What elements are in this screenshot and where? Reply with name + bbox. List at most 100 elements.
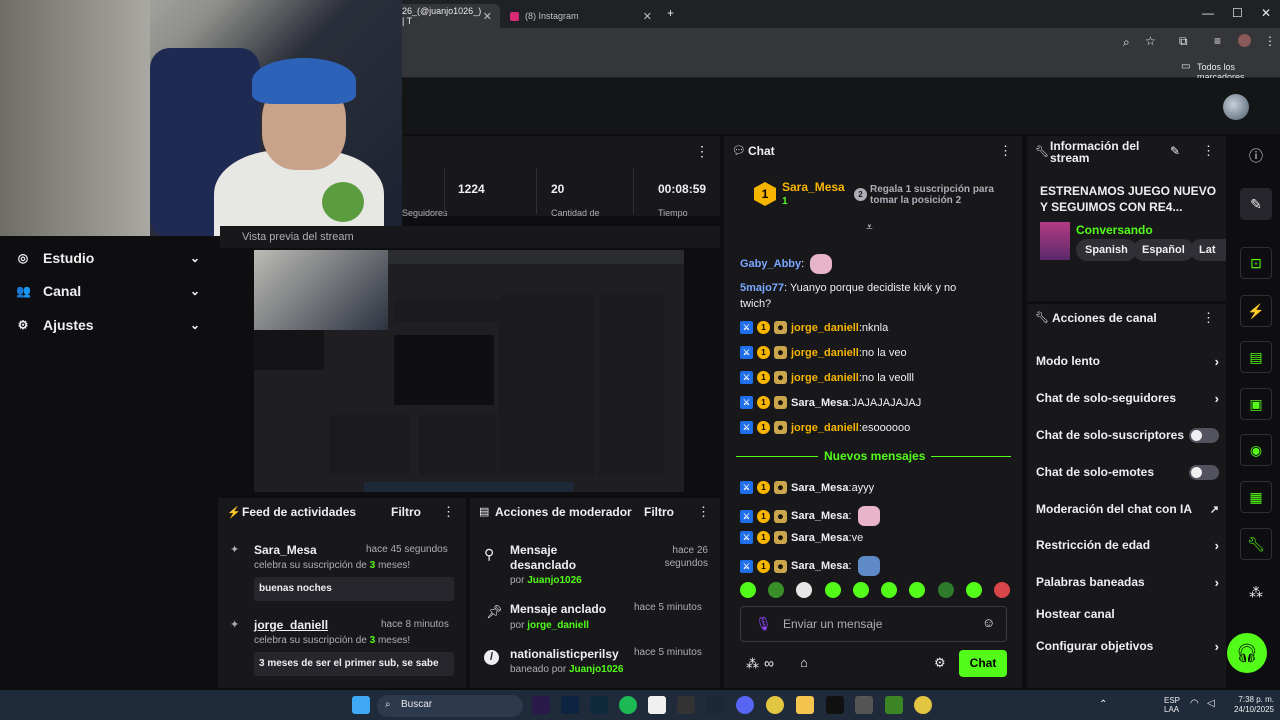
close-window-button[interactable]: ✕ [1261, 6, 1271, 20]
wifi-icon[interactable]: ◠ [1190, 698, 1199, 709]
star-icon[interactable]: ☆ [1145, 34, 1156, 48]
menu-icon[interactable]: ⋮ [1264, 34, 1276, 48]
chat-username[interactable]: jorge_daniell [791, 422, 859, 434]
channel-action-item[interactable]: Configurar objetivos › [1036, 634, 1219, 658]
info-kebab-icon[interactable]: ⋮ [1202, 143, 1215, 159]
emote-icon[interactable] [909, 582, 926, 598]
tag-chip[interactable]: Español [1133, 239, 1194, 261]
language-indicator[interactable]: ESP LAA [1164, 696, 1180, 714]
modaction-title[interactable]: nationalisticperilsy [510, 647, 619, 661]
chat-username[interactable]: Sara_Mesa [791, 482, 849, 494]
emote-icon[interactable] [965, 582, 982, 598]
moderator-user[interactable]: jorge_daniell [527, 620, 589, 631]
photoshop-icon[interactable] [561, 696, 579, 714]
channel-action-item[interactable]: Restricción de edad › [1036, 533, 1219, 557]
tiktok-icon[interactable] [826, 696, 844, 714]
lightning-icon[interactable]: ⚡ [1240, 295, 1272, 327]
actions-kebab-icon[interactable]: ⋮ [1202, 310, 1215, 326]
channel-action-item[interactable]: Moderación del chat con IA ↗ [1036, 497, 1219, 521]
chat-username[interactable]: jorge_daniell [791, 322, 859, 334]
chrome-icon[interactable] [914, 696, 932, 714]
broadcast-icon[interactable]: ◉ [1240, 434, 1272, 466]
discord-icon[interactable] [736, 696, 754, 714]
sidebar-item-settings[interactable]: ⚙ Ajustes ⌄ [16, 313, 200, 337]
file-explorer-icon[interactable] [796, 696, 814, 714]
minimize-button[interactable]: — [1202, 6, 1214, 20]
premiere-icon[interactable] [532, 696, 550, 714]
send-chat-button[interactable]: Chat [959, 650, 1007, 677]
lightroom-icon[interactable] [590, 696, 608, 714]
emote-icon[interactable] [796, 582, 813, 598]
chat-icon[interactable]: ▣ [1240, 388, 1272, 420]
chat-username[interactable]: jorge_daniell [791, 372, 859, 384]
channel-action-item[interactable]: Chat de solo-suscriptores [1036, 423, 1219, 447]
clock[interactable]: 7:38 p. m. 24/10/2025 [1226, 695, 1274, 715]
steam-icon[interactable] [706, 696, 724, 714]
toggle-switch[interactable] [1189, 427, 1219, 443]
user-avatar[interactable] [1223, 94, 1249, 120]
browser-tab-kick[interactable]: 26_(@juanjo1026_) | T ✕ [396, 4, 500, 28]
stats-kebab-icon[interactable]: ⋮ [695, 143, 709, 160]
app-icon[interactable] [648, 696, 666, 714]
chat-username[interactable]: 5majo77 [740, 282, 784, 294]
channel-action-item[interactable]: Hostear canal [1036, 602, 1219, 626]
support-button[interactable]: 🎧︎ [1227, 633, 1267, 673]
chat-username[interactable]: Sara_Mesa [791, 560, 849, 572]
close-tab-icon[interactable]: ✕ [483, 10, 492, 23]
spotify-icon[interactable] [619, 696, 637, 714]
media-icon[interactable]: ≡ [1214, 34, 1221, 48]
sidebar-item-channel[interactable]: 👥 Canal ⌄ [16, 279, 200, 303]
collapse-icon[interactable]: ⩡ [866, 220, 873, 235]
emoji-icon[interactable]: ☺ [982, 615, 995, 630]
taskbar-search[interactable]: ⌕ Buscar [377, 695, 523, 717]
feed-kebab-icon[interactable]: ⋮ [442, 504, 455, 520]
pencil-icon[interactable]: ✎ [1240, 188, 1272, 220]
zoom-icon[interactable]: ⌕ [1123, 35, 1130, 50]
infinity-icon[interactable]: ∞ [764, 655, 774, 671]
moderator-user[interactable]: Juanjo1026 [527, 575, 581, 586]
top-gifter-user[interactable]: Sara_Mesa [782, 180, 845, 194]
close-tab-icon[interactable]: ✕ [643, 10, 652, 23]
new-tab-button[interactable]: + [667, 6, 674, 20]
emote-icon[interactable] [824, 582, 841, 598]
mic-icon[interactable]: 🎙︎ [755, 616, 772, 632]
category-thumbnail[interactable] [1040, 222, 1070, 260]
gift-cta[interactable]: Regala 1 suscripción para tomar la posic… [870, 184, 1000, 206]
points-icon[interactable]: ⁂ [1240, 576, 1272, 608]
app-icon[interactable] [855, 696, 873, 714]
chat-username[interactable]: Sara_Mesa [791, 510, 849, 522]
moderator-user[interactable]: Juanjo1026 [569, 664, 623, 675]
modactions-filter-button[interactable]: Filtro [644, 505, 674, 519]
sidebar-item-studio[interactable]: ◎ Estudio ⌄ [16, 246, 200, 270]
wrench-icon[interactable]: 🔧︎ [1240, 528, 1272, 560]
chat-username[interactable]: Sara_Mesa [791, 397, 849, 409]
tag-chip[interactable]: Spanish [1076, 239, 1137, 261]
layout-icon[interactable]: ▦ [1240, 481, 1272, 513]
store-icon[interactable]: ⌂ [800, 655, 808, 670]
edit-icon[interactable]: ✎ [1170, 144, 1180, 158]
modactions-kebab-icon[interactable]: ⋮ [697, 504, 710, 520]
chrome-icon[interactable] [766, 696, 784, 714]
chat-settings-icon[interactable]: ⚙ [934, 655, 946, 671]
emote-icon[interactable] [852, 582, 869, 598]
points-icon[interactable]: ⁂ [746, 656, 759, 672]
chat-input[interactable]: 🎙︎ Enviar un mensaje ☺ [740, 606, 1007, 642]
chat-username[interactable]: jorge_daniell [791, 347, 859, 359]
stream-preview[interactable] [254, 250, 684, 492]
chat-username[interactable]: Gaby_Abby [740, 258, 801, 270]
profile-icon[interactable] [1238, 34, 1251, 47]
chevron-up-icon[interactable]: ⌃ [1099, 699, 1107, 710]
maximize-button[interactable]: ☐ [1232, 6, 1243, 20]
toggle-switch[interactable] [1189, 464, 1219, 480]
emote-icon[interactable] [881, 582, 898, 598]
volume-icon[interactable]: ◁ [1207, 698, 1215, 709]
extensions-icon[interactable]: ⧉ [1179, 34, 1188, 49]
document-icon[interactable]: ▤ [1240, 341, 1272, 373]
windows-start-icon[interactable] [352, 696, 370, 714]
channel-action-item[interactable]: Chat de solo-seguidores › [1036, 386, 1219, 410]
tag-chip[interactable]: Lat [1190, 239, 1226, 261]
info-icon[interactable]: ⓘ [1240, 140, 1272, 172]
browser-tab-instagram[interactable]: (8) Instagram ✕ [504, 4, 660, 28]
feed-user[interactable]: Sara_Mesa [254, 543, 317, 557]
channel-action-item[interactable]: Modo lento › [1036, 349, 1219, 373]
